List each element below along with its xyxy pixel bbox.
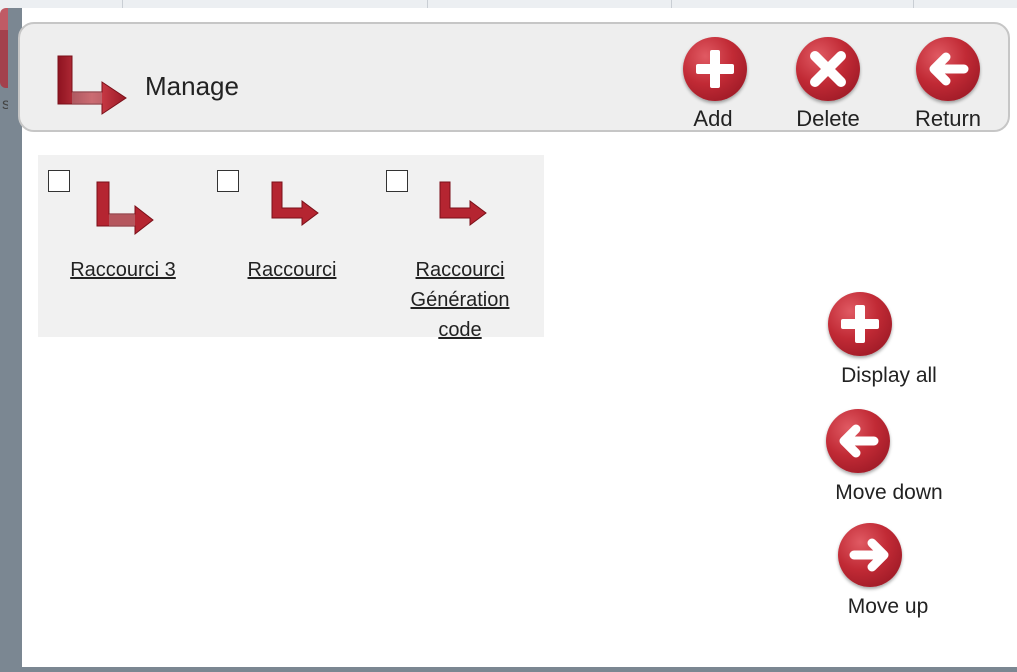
plus-icon <box>828 292 892 356</box>
add-label: Add <box>693 106 733 131</box>
display-all-button[interactable]: Display all <box>828 292 950 388</box>
shortcut-item: Raccourci <box>208 155 378 337</box>
shortcut-item: Raccourci Génération code <box>378 155 548 341</box>
return-label: Return <box>914 106 982 131</box>
arrow-right-icon <box>838 523 902 587</box>
arrow-left-icon <box>826 409 890 473</box>
arrow-left-icon <box>916 37 980 101</box>
display-all-label: Display all <box>841 364 937 387</box>
move-up-button[interactable]: Move up <box>838 523 938 619</box>
shortcut-arrow-icon <box>271 181 319 226</box>
x-icon <box>796 37 860 101</box>
dialog-title: Manage <box>145 71 239 101</box>
item-checkbox[interactable] <box>48 170 70 192</box>
shortcut-item: Raccourci 3 <box>38 155 208 337</box>
shortcut-arrow-icon <box>96 181 154 236</box>
item-link[interactable]: Raccourci Génération code <box>390 255 530 345</box>
plus-icon <box>683 37 747 101</box>
shortcut-list: Raccourci 3 Raccourci Raccourci Générati… <box>38 155 544 341</box>
move-down-label: Move down <box>835 481 943 504</box>
item-checkbox[interactable] <box>386 170 408 192</box>
return-button[interactable]: Return <box>908 37 988 132</box>
move-up-label: Move up <box>847 595 929 618</box>
item-link[interactable]: Raccourci 3 <box>53 255 193 285</box>
delete-label: Delete <box>796 106 860 131</box>
shortcut-arrow-icon <box>439 181 487 226</box>
add-button[interactable]: Add <box>683 37 747 132</box>
shortcut-arrow-icon <box>57 55 127 115</box>
item-link[interactable]: Raccourci <box>222 255 362 285</box>
delete-button[interactable]: Delete <box>790 37 866 132</box>
item-checkbox[interactable] <box>217 170 239 192</box>
move-down-button[interactable]: Move down <box>826 409 952 505</box>
